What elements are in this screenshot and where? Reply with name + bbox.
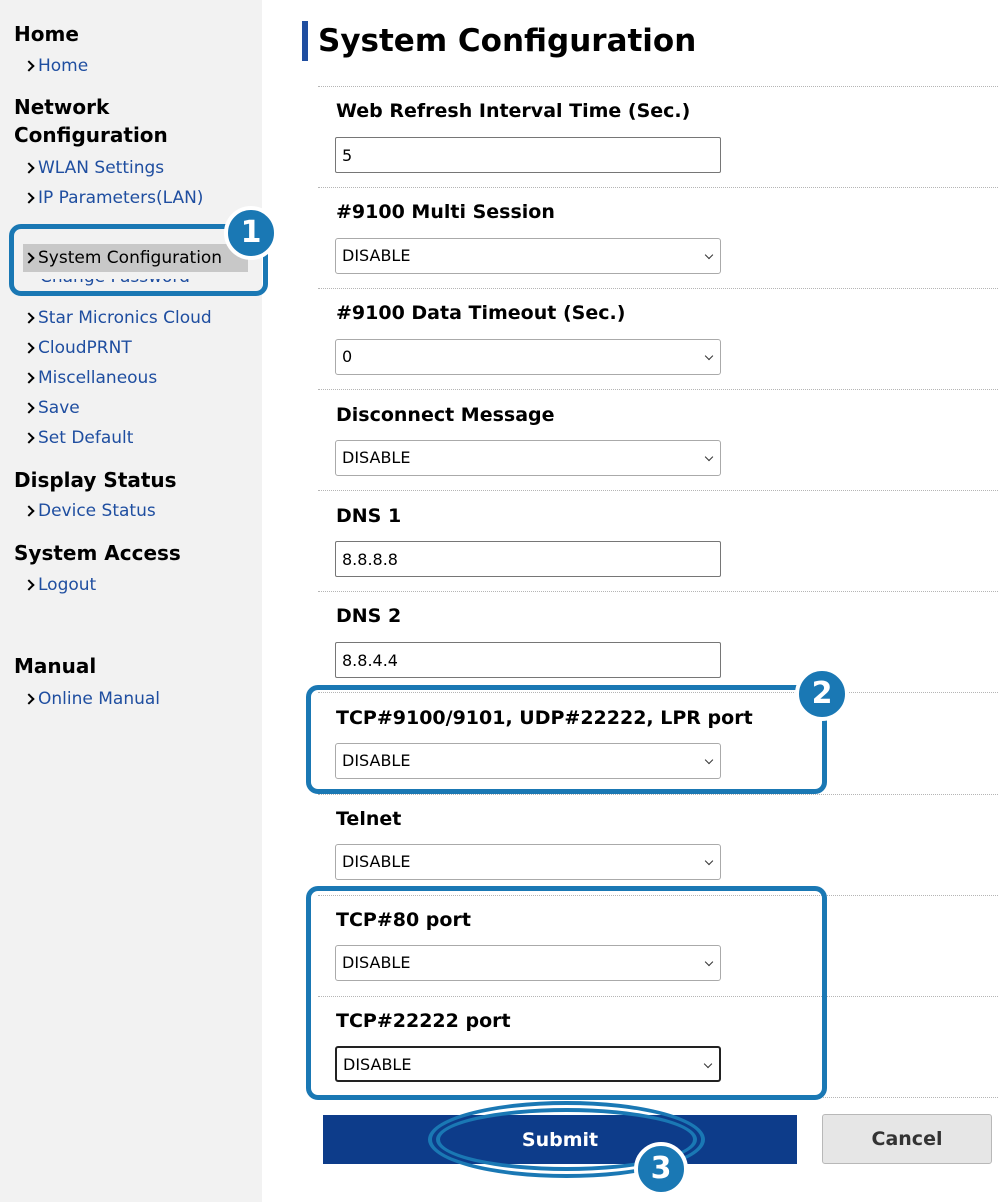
tcp80-port-select[interactable]: DISABLE xyxy=(335,945,721,981)
telnet-select[interactable]: DISABLE xyxy=(335,844,721,880)
sidebar-item-label: WLAN Settings xyxy=(38,158,165,178)
sidebar-item-set-default[interactable]: Set Default xyxy=(24,424,133,452)
chevron-right-icon xyxy=(24,52,37,80)
chevron-down-icon xyxy=(704,957,714,967)
data-timeout-select[interactable]: 0 xyxy=(335,339,721,375)
chevron-down-icon xyxy=(704,250,714,260)
divider xyxy=(318,490,998,491)
select-value: DISABLE xyxy=(342,448,411,467)
select-value: DISABLE xyxy=(342,751,411,770)
sidebar: Home Home Network Configuration WLAN Set… xyxy=(0,0,262,1202)
submit-button[interactable]: Submit xyxy=(323,1115,797,1164)
chevron-down-icon xyxy=(704,351,714,361)
multi-session-label: #9100 Multi Session xyxy=(336,201,555,223)
sidebar-item-change-password[interactable]: Change Password xyxy=(40,279,220,290)
divider xyxy=(318,895,998,896)
telnet-label: Telnet xyxy=(336,808,402,830)
sidebar-item-ip-parameters[interactable]: IP Parameters(LAN) xyxy=(24,184,203,212)
disconnect-message-label: Disconnect Message xyxy=(336,404,555,426)
tcp9100-port-label: TCP#9100/9101, UDP#22222, LPR port xyxy=(336,707,753,729)
select-value: DISABLE xyxy=(342,953,411,972)
divider xyxy=(318,389,998,390)
step-badge-1: 1 xyxy=(224,206,278,260)
sidebar-item-label: Logout xyxy=(38,575,97,595)
sidebar-item-label: Save xyxy=(38,398,80,418)
chevron-right-icon xyxy=(24,424,37,452)
sidebar-section-home: Home xyxy=(14,22,79,46)
sidebar-item-cloudprnt[interactable]: CloudPRNT xyxy=(24,334,132,362)
multi-session-select[interactable]: DISABLE xyxy=(335,238,721,274)
data-timeout-label: #9100 Data Timeout (Sec.) xyxy=(336,302,626,324)
dns2-input[interactable] xyxy=(335,642,721,678)
divider xyxy=(318,692,998,693)
tcp22222-port-label: TCP#22222 port xyxy=(336,1010,511,1032)
chevron-right-icon xyxy=(24,497,37,525)
chevron-right-icon xyxy=(24,184,37,212)
chevron-right-icon xyxy=(24,685,37,713)
chevron-right-icon xyxy=(24,334,37,362)
chevron-down-icon xyxy=(704,856,714,866)
sidebar-item-label: Online Manual xyxy=(38,689,161,709)
divider xyxy=(318,288,998,289)
sidebar-item-label: Star Micronics Cloud xyxy=(38,308,212,328)
sidebar-item-label: Set Default xyxy=(38,428,134,448)
sidebar-item-online-manual[interactable]: Online Manual xyxy=(24,685,160,713)
select-value: DISABLE xyxy=(342,852,411,871)
select-value: DISABLE xyxy=(342,246,411,265)
sidebar-item-label: System Configuration xyxy=(38,248,223,268)
sidebar-section-display-status: Display Status xyxy=(14,468,177,492)
chevron-right-icon xyxy=(24,364,37,392)
disconnect-message-select[interactable]: DISABLE xyxy=(335,440,721,476)
sidebar-section-system-access: System Access xyxy=(14,541,181,565)
chevron-down-icon xyxy=(703,1059,713,1069)
sidebar-item-home[interactable]: Home xyxy=(24,52,88,80)
sidebar-item-label: Change Password xyxy=(40,279,220,290)
sidebar-item-logout[interactable]: Logout xyxy=(24,571,96,599)
sidebar-item-device-status[interactable]: Device Status xyxy=(24,497,156,525)
select-value: 0 xyxy=(342,347,353,366)
sidebar-item-label: CloudPRNT xyxy=(38,338,132,358)
divider xyxy=(318,996,998,997)
sidebar-item-label: Home xyxy=(38,56,89,76)
cancel-button[interactable]: Cancel xyxy=(822,1114,992,1164)
chevron-right-icon xyxy=(24,154,37,182)
refresh-interval-label: Web Refresh Interval Time (Sec.) xyxy=(336,100,691,122)
chevron-right-icon xyxy=(24,304,37,332)
sidebar-item-label: Device Status xyxy=(38,501,156,521)
select-value: DISABLE xyxy=(343,1055,412,1074)
step-badge-2: 2 xyxy=(795,667,849,721)
page-title: System Configuration xyxy=(318,23,697,59)
chevron-down-icon xyxy=(704,452,714,462)
sidebar-section-network: Network Configuration xyxy=(14,95,168,147)
divider xyxy=(318,86,998,87)
sidebar-item-label: Miscellaneous xyxy=(38,368,158,388)
chevron-right-icon xyxy=(24,394,37,422)
divider xyxy=(318,1097,998,1098)
sidebar-item-save[interactable]: Save xyxy=(24,394,80,422)
chevron-right-icon xyxy=(24,571,37,599)
title-accent-bar xyxy=(302,21,308,61)
tcp9100-port-select[interactable]: DISABLE xyxy=(335,743,721,779)
sidebar-item-system-configuration[interactable]: System Configuration xyxy=(23,244,248,272)
divider xyxy=(318,187,998,188)
sidebar-item-miscellaneous[interactable]: Miscellaneous xyxy=(24,364,157,392)
app-window: Home Home Network Configuration WLAN Set… xyxy=(0,0,1000,1202)
tcp80-port-label: TCP#80 port xyxy=(336,909,471,931)
sidebar-section-manual: Manual xyxy=(14,654,97,678)
tcp22222-port-select[interactable]: DISABLE xyxy=(335,1046,721,1082)
divider xyxy=(318,794,998,795)
sidebar-item-label: IP Parameters(LAN) xyxy=(38,188,204,208)
chevron-right-icon xyxy=(24,244,37,272)
dns2-label: DNS 2 xyxy=(336,605,402,627)
step-badge-3: 3 xyxy=(634,1142,688,1196)
sidebar-item-star-micronics-cloud[interactable]: Star Micronics Cloud xyxy=(24,304,212,332)
chevron-down-icon xyxy=(704,755,714,765)
sidebar-item-wlan-settings[interactable]: WLAN Settings xyxy=(24,154,164,182)
dns1-input[interactable] xyxy=(335,541,721,577)
dns1-label: DNS 1 xyxy=(336,505,402,527)
divider xyxy=(318,591,998,592)
refresh-interval-input[interactable] xyxy=(335,137,721,173)
